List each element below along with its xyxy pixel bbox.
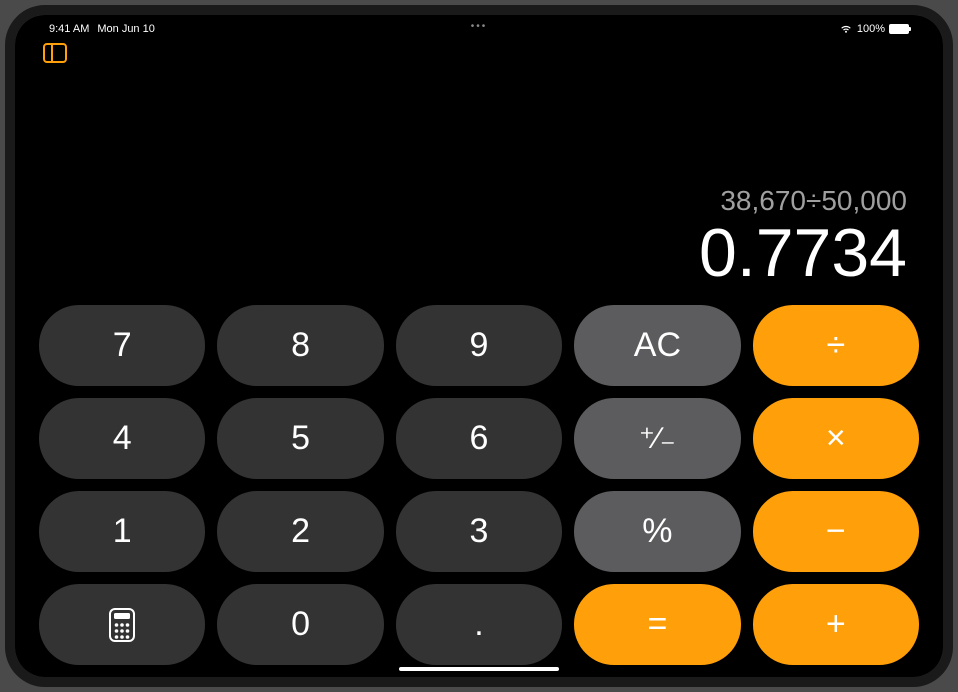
digit-4-button[interactable]: 4 (39, 398, 205, 479)
digit-9-button[interactable]: 9 (396, 305, 562, 386)
digit-2-button[interactable]: 2 (217, 491, 383, 572)
display-area: 38,670÷50,000 0.7734 (39, 67, 919, 305)
status-time: 9:41 AM (49, 23, 89, 35)
top-controls (39, 39, 919, 67)
all-clear-button[interactable]: AC (574, 305, 740, 386)
digit-3-button[interactable]: 3 (396, 491, 562, 572)
plus-minus-button[interactable]: ⁺∕₋ (574, 398, 740, 479)
add-button[interactable]: + (753, 584, 919, 665)
status-right: 100% (839, 23, 909, 35)
subtract-button[interactable]: − (753, 491, 919, 572)
plus-minus-icon: ⁺∕₋ (639, 421, 676, 456)
digit-8-button[interactable]: 8 (217, 305, 383, 386)
percent-button[interactable]: % (574, 491, 740, 572)
digit-0-button[interactable]: 0 (217, 584, 383, 665)
ipad-frame: 9:41 AM Mon Jun 10 ••• 100% 38,670÷50,00… (5, 5, 953, 687)
keypad: 7 8 9 AC ÷ 4 5 6 ⁺∕₋ × 1 2 3 % − (39, 305, 919, 665)
divide-button[interactable]: ÷ (753, 305, 919, 386)
scientific-toggle-button[interactable] (39, 584, 205, 665)
digit-1-button[interactable]: 1 (39, 491, 205, 572)
equals-button[interactable]: = (574, 584, 740, 665)
more-dots-icon[interactable]: ••• (471, 21, 488, 32)
calculator-icon (107, 607, 137, 643)
battery-percent: 100% (857, 23, 885, 35)
battery-icon (889, 24, 909, 34)
status-left: 9:41 AM Mon Jun 10 (49, 23, 155, 35)
wifi-icon (839, 24, 853, 34)
digit-5-button[interactable]: 5 (217, 398, 383, 479)
calculator-app: 9:41 AM Mon Jun 10 ••• 100% 38,670÷50,00… (15, 15, 943, 677)
status-bar: 9:41 AM Mon Jun 10 ••• 100% (39, 15, 919, 39)
multiply-button[interactable]: × (753, 398, 919, 479)
digit-6-button[interactable]: 6 (396, 398, 562, 479)
decimal-button[interactable]: . (396, 584, 562, 665)
expression-display[interactable]: 38,670÷50,000 (720, 185, 907, 217)
home-indicator[interactable] (399, 667, 559, 671)
digit-7-button[interactable]: 7 (39, 305, 205, 386)
result-display[interactable]: 0.7734 (699, 219, 907, 287)
calculator-mode-toggle-icon[interactable] (43, 43, 67, 63)
status-date: Mon Jun 10 (97, 23, 154, 35)
